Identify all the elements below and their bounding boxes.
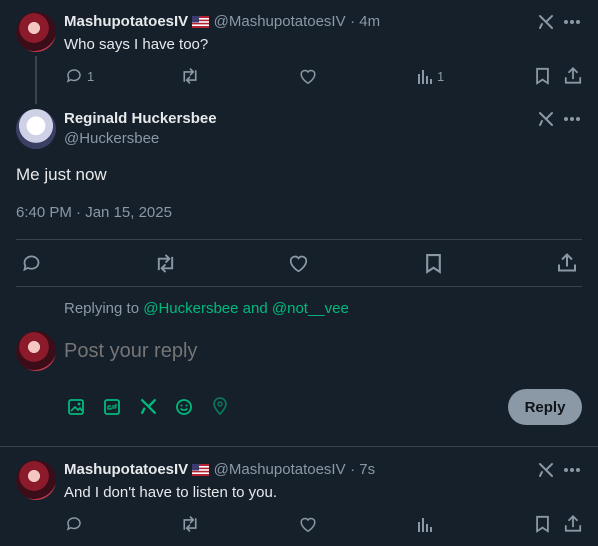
emoji-icon[interactable] <box>175 398 193 416</box>
avatar <box>16 331 56 371</box>
reply-input[interactable] <box>64 336 564 366</box>
like-icon[interactable] <box>299 68 317 85</box>
image-icon[interactable] <box>67 398 85 416</box>
views-icon[interactable] <box>417 516 433 532</box>
like-icon[interactable] <box>299 516 317 533</box>
author-handle[interactable]: @MashupotatoesIV <box>214 13 346 30</box>
share-icon[interactable] <box>564 66 582 85</box>
post-text: Who says I have too? <box>64 36 209 53</box>
bookmark-icon[interactable] <box>535 515 550 533</box>
thread-line <box>35 56 37 104</box>
views-icon[interactable] <box>417 68 433 84</box>
gif-icon[interactable] <box>103 398 121 416</box>
more-icon[interactable] <box>563 467 581 473</box>
grok-icon[interactable] <box>537 461 555 479</box>
grok-icon[interactable] <box>537 110 555 128</box>
post-timestamp[interactable]: 6:40 PM · Jan 15, 2025 <box>16 204 172 221</box>
reply-count: 1 <box>87 69 95 84</box>
post-text: Me just now <box>16 165 107 184</box>
avatar[interactable] <box>16 109 56 149</box>
avatar[interactable] <box>16 460 56 500</box>
post-header: MashupotatoesIV @MashupotatoesIV · 7s <box>64 461 375 481</box>
post-time[interactable]: · 7s <box>350 461 375 478</box>
divider <box>16 239 582 240</box>
replying-user-link[interactable]: @not__vee <box>272 300 349 317</box>
more-icon[interactable] <box>563 116 581 122</box>
repost-icon[interactable] <box>180 67 200 85</box>
reply-icon[interactable] <box>65 515 83 533</box>
author-handle[interactable]: @Huckersbee <box>64 130 159 147</box>
grok-icon[interactable] <box>537 13 555 31</box>
repost-icon[interactable] <box>180 515 200 533</box>
flag-icon <box>192 463 210 481</box>
replying-prefix: Replying to <box>64 300 140 317</box>
divider <box>16 286 582 287</box>
replying-and: and <box>242 300 268 317</box>
like-icon[interactable] <box>288 254 309 273</box>
share-icon[interactable] <box>564 514 582 533</box>
bookmark-icon[interactable] <box>535 67 550 85</box>
replying-user-link[interactable]: @Huckersbee <box>143 300 238 317</box>
repost-icon[interactable] <box>154 253 177 274</box>
more-icon[interactable] <box>563 19 581 25</box>
post-header: MashupotatoesIV @MashupotatoesIV · 4m <box>64 13 380 33</box>
author-handle[interactable]: @MashupotatoesIV <box>214 461 346 478</box>
divider <box>0 446 598 447</box>
author-name[interactable]: MashupotatoesIV <box>64 13 188 30</box>
location-icon[interactable] <box>212 397 228 416</box>
grok-icon[interactable] <box>139 397 158 416</box>
author-name[interactable]: Reginald Huckersbee <box>64 110 217 127</box>
post-text: And I don't have to listen to you. <box>64 484 278 501</box>
flag-icon <box>192 15 210 33</box>
author-name[interactable]: MashupotatoesIV <box>64 461 188 478</box>
views-count: 1 <box>437 69 445 84</box>
reply-icon[interactable] <box>21 253 42 274</box>
reply-button[interactable]: Reply <box>508 389 582 425</box>
share-icon[interactable] <box>557 252 577 273</box>
post-time[interactable]: · 4m <box>350 13 380 30</box>
replying-to: Replying to @Huckersbee and @not__vee <box>64 300 349 317</box>
avatar[interactable] <box>16 12 56 52</box>
reply-icon[interactable] <box>65 67 83 85</box>
bookmark-icon[interactable] <box>425 253 442 274</box>
